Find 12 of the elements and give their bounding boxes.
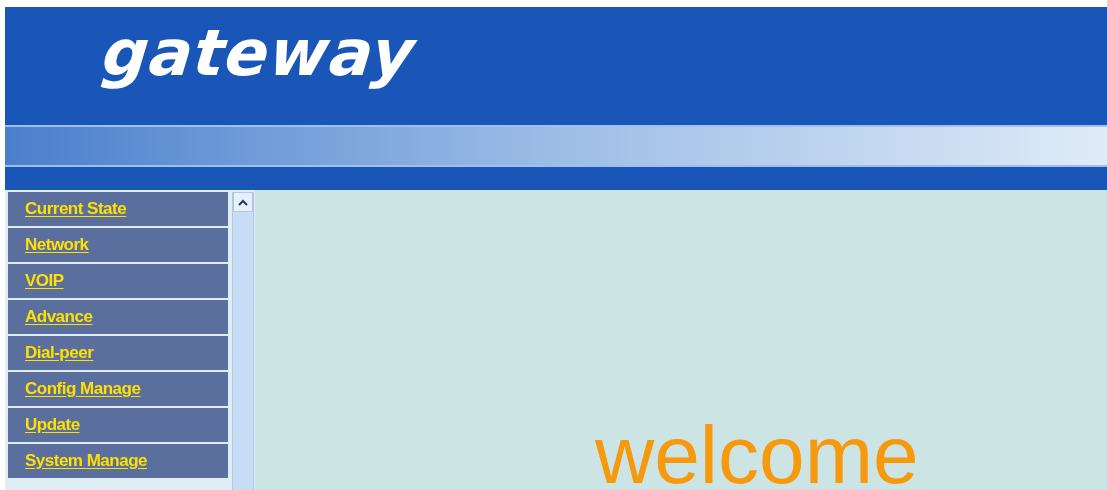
- sidebar-item[interactable]: Update: [8, 408, 228, 442]
- sidebar-item[interactable]: Current State: [8, 192, 228, 226]
- welcome-text: welcome: [595, 414, 919, 490]
- sidebar-item[interactable]: Advance: [8, 300, 228, 334]
- sidebar-item[interactable]: Dial-peer: [8, 336, 228, 370]
- scrollbar[interactable]: [232, 192, 254, 490]
- chevron-up-icon[interactable]: [233, 192, 253, 212]
- sidebar-item[interactable]: System Manage: [8, 444, 228, 478]
- logo: gateway: [98, 15, 420, 92]
- sidebar-item[interactable]: Network: [8, 228, 228, 262]
- sidebar-item[interactable]: Config Manage: [8, 372, 228, 406]
- sidebar-item[interactable]: VOIP: [8, 264, 228, 298]
